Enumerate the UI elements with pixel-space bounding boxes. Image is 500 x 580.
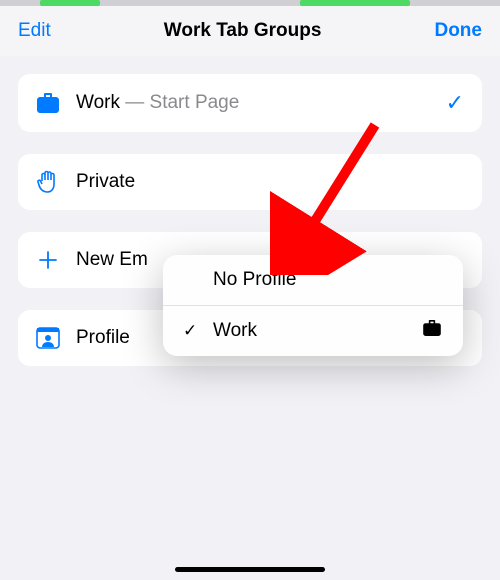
header: Edit Work Tab Groups Done — [0, 6, 500, 56]
home-indicator — [175, 567, 325, 572]
briefcase-icon — [36, 91, 60, 115]
popup-item-label: No Profile — [213, 269, 443, 291]
profile-popup: No Profile ✓ Work — [163, 255, 463, 356]
popup-item-no-profile[interactable]: No Profile — [163, 255, 463, 305]
page-title: Work Tab Groups — [164, 20, 322, 42]
profile-card-icon — [36, 326, 60, 350]
done-button[interactable]: Done — [434, 20, 482, 42]
plus-icon — [36, 248, 60, 272]
hand-icon — [36, 170, 60, 194]
tab-group-label: Private — [76, 171, 464, 193]
popup-item-label: Work — [213, 320, 411, 342]
tab-group-private[interactable]: Private — [18, 154, 482, 210]
checkmark-icon: ✓ — [183, 321, 201, 341]
edit-button[interactable]: Edit — [18, 20, 51, 42]
popup-item-work[interactable]: ✓ Work — [163, 305, 463, 356]
tab-group-work[interactable]: Work — Start Page ✓ — [18, 74, 482, 132]
status-bar — [0, 0, 500, 6]
checkmark-icon: ✓ — [446, 90, 464, 116]
tab-group-label: Work — Start Page — [76, 92, 430, 114]
briefcase-icon — [423, 320, 443, 342]
